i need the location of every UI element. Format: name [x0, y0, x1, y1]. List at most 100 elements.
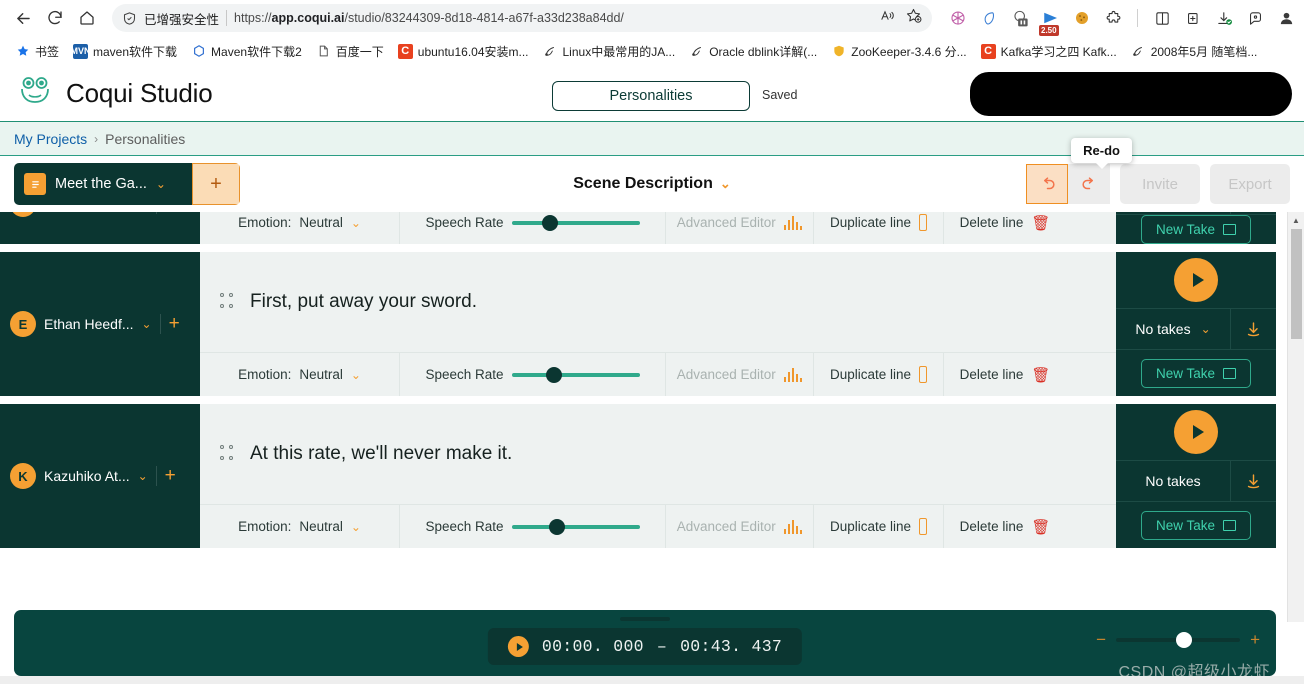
emotion-selector[interactable]: Emotion: Neutral ⌄	[200, 353, 400, 396]
vertical-scrollbar[interactable]: ▲	[1287, 212, 1304, 622]
duplicate-line-button[interactable]: Duplicate line	[814, 353, 944, 396]
trash-icon: 🗑	[1031, 366, 1051, 384]
resize-handle[interactable]	[620, 617, 670, 621]
speech-rate-slider[interactable]	[511, 518, 640, 535]
download-button[interactable]	[1230, 212, 1276, 214]
bookmark-item[interactable]: 百度一下	[309, 40, 391, 63]
download-button[interactable]	[1230, 309, 1276, 349]
project-selector[interactable]: Meet the Ga... ⌄	[14, 163, 192, 205]
reload-icon[interactable]	[40, 3, 70, 33]
downloads-icon[interactable]	[1214, 8, 1234, 28]
zoom-in-button[interactable]: +	[1250, 630, 1260, 650]
bookmark-label: Linux中最常用的JA...	[562, 44, 676, 59]
delete-line-button[interactable]: Delete line 🗑	[944, 212, 1066, 244]
speech-rate-control[interactable]: Speech Rate	[400, 212, 666, 244]
app-logo-group[interactable]: Coqui Studio	[18, 76, 213, 111]
document-icon	[24, 173, 46, 195]
pause-extension-icon[interactable]	[1010, 8, 1030, 28]
speaker-cell[interactable]: D Damien Black ⌄ +	[0, 212, 200, 244]
chevron-down-icon[interactable]: ⌄	[142, 317, 152, 331]
copilot-icon[interactable]	[1245, 8, 1265, 28]
hexagon-icon	[191, 44, 206, 59]
advanced-editor-button[interactable]: Advanced Editor	[666, 212, 814, 244]
profile-icon[interactable]	[1276, 8, 1296, 28]
duplicate-line-button[interactable]: Duplicate line	[814, 505, 944, 548]
speech-rate-label: Speech Rate	[425, 519, 504, 534]
scrollbar-thumb[interactable]	[1290, 229, 1302, 339]
split-screen-icon[interactable]	[1152, 8, 1172, 28]
add-favorite-icon[interactable]	[905, 7, 922, 29]
play-icon[interactable]	[1174, 410, 1218, 454]
delete-line-button[interactable]: Delete line 🗑	[944, 505, 1066, 548]
advanced-editor-button[interactable]: Advanced Editor	[666, 353, 814, 396]
browser-nav-row: 已增强安全性 https://app.coqui.ai/studio/83244…	[0, 0, 1304, 36]
openai-icon[interactable]	[948, 8, 968, 28]
leaf-icon[interactable]	[979, 8, 999, 28]
speed-extension-icon[interactable]: 2.50	[1039, 8, 1061, 36]
bookmark-item[interactable]: C Kafka学习之四 Kafk...	[974, 40, 1124, 63]
speech-rate-slider[interactable]	[511, 214, 640, 231]
scene-title-group[interactable]: Scene Description ⌄	[573, 175, 731, 193]
add-project-button[interactable]: +	[192, 163, 240, 205]
new-take-button[interactable]: New Take	[1140, 510, 1252, 540]
zoom-out-button[interactable]: −	[1096, 630, 1106, 650]
read-aloud-icon[interactable]	[879, 8, 896, 28]
drag-handle-icon[interactable]	[220, 293, 234, 311]
time-end: 00:43. 437	[680, 637, 783, 656]
emotion-selector[interactable]: Emotion: Neutral ⌄	[200, 212, 400, 244]
advanced-editor-button[interactable]: Advanced Editor	[666, 505, 814, 548]
puzzle-icon[interactable]	[1103, 8, 1123, 28]
project-selector-group: Meet the Ga... ⌄ +	[14, 163, 240, 205]
bookmark-item[interactable]: ZooKeeper-3.4.6 分...	[824, 40, 973, 63]
add-line-button[interactable]: +	[165, 212, 176, 215]
zoom-slider[interactable]	[1116, 632, 1241, 648]
bookmark-label: 2008年5月 随笔档...	[1150, 44, 1258, 59]
line-text-row[interactable]: At this rate, we'll never make it.	[200, 404, 1116, 504]
bookmark-label: Kafka学习之四 Kafk...	[1000, 44, 1117, 59]
back-arrow-icon[interactable]	[8, 3, 38, 33]
emotion-label: Emotion:	[238, 367, 292, 382]
bookmark-item[interactable]: MVN maven软件下载	[66, 40, 184, 63]
address-bar[interactable]: 已增强安全性 https://app.coqui.ai/studio/83244…	[112, 4, 932, 32]
drag-handle-icon[interactable]	[220, 445, 234, 463]
bookmark-item[interactable]: Maven软件下载2	[184, 40, 309, 63]
speech-rate-control[interactable]: Speech Rate	[400, 505, 666, 548]
play-area[interactable]	[1174, 404, 1218, 460]
delete-line-button[interactable]: Delete line 🗑	[944, 353, 1066, 396]
play-icon[interactable]	[507, 636, 529, 657]
add-line-button[interactable]: +	[165, 465, 176, 487]
bookmark-item[interactable]: Linux中最常用的JA...	[536, 40, 683, 63]
home-icon[interactable]	[72, 3, 102, 33]
collections-icon[interactable]	[1183, 8, 1203, 28]
new-take-button[interactable]: New Take	[1140, 358, 1252, 388]
scroll-up-arrow-icon[interactable]: ▲	[1288, 212, 1304, 229]
chevron-down-icon: ⌄	[350, 215, 361, 230]
play-area[interactable]	[1174, 252, 1218, 308]
tab-personalities[interactable]: Personalities	[552, 81, 750, 111]
emotion-selector[interactable]: Emotion: Neutral ⌄	[200, 505, 400, 548]
add-line-button[interactable]: +	[169, 313, 180, 335]
redo-button[interactable]	[1068, 164, 1110, 204]
breadcrumb-my-projects[interactable]: My Projects	[14, 131, 87, 147]
speech-rate-control[interactable]: Speech Rate	[400, 353, 666, 396]
bookmark-item[interactable]: Oracle dblink详解(...	[682, 40, 824, 63]
download-button[interactable]	[1230, 461, 1276, 501]
new-take-button[interactable]: New Take	[1140, 215, 1252, 244]
duplicate-line-button[interactable]: Duplicate line	[814, 212, 944, 244]
cookie-icon[interactable]	[1072, 8, 1092, 28]
play-icon[interactable]	[1174, 258, 1218, 302]
takes-selector[interactable]: No takes ⌄	[1116, 212, 1230, 213]
bookmark-item[interactable]: C ubuntu16.04安装m...	[391, 40, 536, 63]
takes-selector[interactable]: No takes ⌄	[1116, 321, 1230, 337]
bookmark-item[interactable]: 书签	[8, 40, 66, 63]
chevron-down-icon[interactable]: ⌄	[138, 469, 148, 483]
export-button[interactable]: Export	[1210, 164, 1290, 204]
line-text-row[interactable]: First, put away your sword.	[200, 252, 1116, 352]
invite-button[interactable]: Invite	[1120, 164, 1200, 204]
undo-button[interactable]	[1026, 164, 1068, 204]
bookmark-item[interactable]: 2008年5月 随笔档...	[1124, 40, 1265, 63]
takes-selector[interactable]: No takes	[1116, 473, 1230, 489]
speech-rate-slider[interactable]	[511, 366, 640, 383]
speaker-cell[interactable]: E Ethan Heedf... ⌄ +	[0, 252, 200, 396]
speaker-cell[interactable]: K Kazuhiko At... ⌄ +	[0, 404, 200, 548]
